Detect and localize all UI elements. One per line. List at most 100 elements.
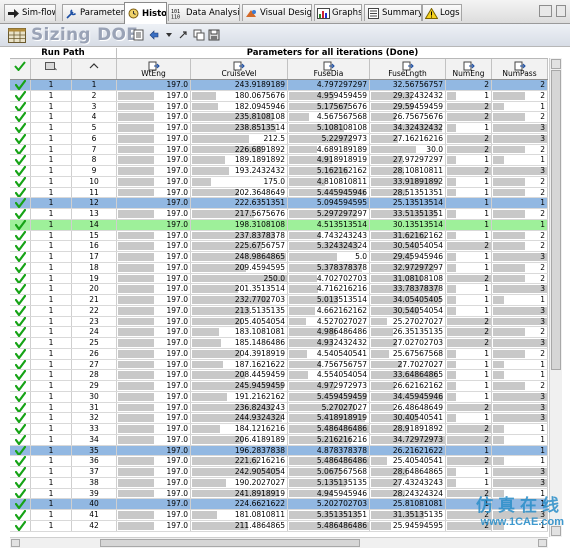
save-icon[interactable] xyxy=(208,29,220,41)
row-checkbox[interactable] xyxy=(10,112,31,122)
row-checkbox[interactable] xyxy=(10,370,31,380)
scroll-left-arrow[interactable] xyxy=(11,539,20,547)
table-row[interactable]: 1 1 197.0 243.9189189 4.797297297 32.56756757… xyxy=(10,80,548,91)
row-checkbox[interactable] xyxy=(10,273,31,284)
row-checkbox[interactable] xyxy=(10,477,31,488)
row-checkbox[interactable] xyxy=(10,90,31,101)
row-checkbox[interactable] xyxy=(10,252,31,262)
row-checkbox[interactable] xyxy=(10,284,31,294)
row-checkbox[interactable] xyxy=(10,434,31,445)
options-icon[interactable] xyxy=(539,5,552,17)
table-row[interactable]: 1 32 197.0 244.9324324 5.418918919 30.4054054… xyxy=(10,413,548,424)
tab-data-analysis[interactable]: 101 110 Data Analysis xyxy=(168,4,240,21)
table-row[interactable]: 1 19 197.0 250.0 4.702702703 31.08108108 2 2 xyxy=(10,273,548,285)
table-row[interactable]: 1 18 197.0 209.4594595 5.378378378 32.9729729… xyxy=(10,262,548,274)
row-checkbox[interactable] xyxy=(10,391,31,402)
table-row[interactable]: 1 5 197.0 238.8513514 5.108108108 34.32432432… xyxy=(10,123,548,134)
row-checkbox[interactable] xyxy=(10,262,31,273)
column-header-cruisevel[interactable]: CruiseVel xyxy=(191,59,288,79)
row-checkbox[interactable] xyxy=(10,359,31,370)
row-checkbox[interactable] xyxy=(10,488,31,499)
row-checkbox[interactable] xyxy=(10,133,31,144)
table-row[interactable]: 1 21 197.0 232.7702703 5.013513514 34.0540540… xyxy=(10,295,548,306)
row-checkbox[interactable] xyxy=(10,230,31,241)
row-checkbox[interactable] xyxy=(10,338,31,348)
table-row[interactable]: 1 13 197.0 217.5675676 5.297297297 33.5135135… xyxy=(10,209,548,220)
row-checkbox[interactable] xyxy=(10,424,31,434)
column-header-numeng[interactable]: NumEng xyxy=(446,59,492,79)
table-row[interactable]: 1 31 197.0 236.8243243 5.27027027 26.48648649… xyxy=(10,402,548,414)
row-checkbox[interactable] xyxy=(10,305,31,316)
column-header-fuselngth[interactable]: FuseLngth xyxy=(370,59,446,79)
row-checkbox[interactable] xyxy=(10,209,31,219)
table-row[interactable]: 1 3 197.0 182.0945946 5.175675676 29.59459459… xyxy=(10,101,548,113)
row-checkbox[interactable] xyxy=(10,402,31,413)
row-checkbox[interactable] xyxy=(10,155,31,165)
table-row[interactable]: 1 10 197.0 175.0 4.810810811 33.91891892 1 2 xyxy=(10,176,548,188)
row-checkbox[interactable] xyxy=(10,187,31,198)
table-row[interactable]: 1 38 197.0 190.2027027 5.135135135 27.4324324… xyxy=(10,477,548,489)
table-row[interactable]: 1 16 197.0 225.6756757 5.324324324 30.5405405… xyxy=(10,241,548,252)
horizontal-scrollbar[interactable] xyxy=(10,537,548,548)
table-row[interactable]: 1 42 197.0 211.4864865 5.486486486 25.9459459… xyxy=(10,520,548,532)
close-icon[interactable] xyxy=(556,5,566,17)
row-checkbox[interactable] xyxy=(10,445,31,456)
table-row[interactable]: 1 4 197.0 235.8108108 4.567567568 26.75675676… xyxy=(10,112,548,123)
run-icon[interactable] xyxy=(148,29,160,41)
table-row[interactable]: 1 37 197.0 242.9054054 5.067567568 28.6486486… xyxy=(10,467,548,478)
tab-sim-flow[interactable]: Sim-flow xyxy=(4,4,56,21)
row-checkbox[interactable] xyxy=(10,348,31,359)
table-row[interactable]: 1 39 197.0 241.8918919 4.945945946 28.2432432… xyxy=(10,488,548,500)
column-header-run[interactable] xyxy=(31,59,72,79)
column-header-check[interactable] xyxy=(10,59,31,79)
row-checkbox[interactable] xyxy=(10,510,31,520)
vertical-scroll-thumb[interactable] xyxy=(551,70,561,370)
table-row[interactable]: 1 8 197.0 189.1891892 4.918918919 27.97297297… xyxy=(10,155,548,166)
row-checkbox[interactable] xyxy=(10,123,31,133)
table-row[interactable]: 1 29 197.0 245.9459459 4.972972973 26.6216216… xyxy=(10,381,548,392)
table-row[interactable]: 1 40 197.0 224.6621622 5.202702703 25.8108108… xyxy=(10,499,548,510)
table-row[interactable]: 1 23 197.0 205.4054054 4.527027027 25.2702702… xyxy=(10,316,548,328)
row-checkbox[interactable] xyxy=(10,413,31,423)
table-row[interactable]: 1 27 197.0 187.1621622 4.756756757 27.7027027… xyxy=(10,359,548,371)
tab-history[interactable]: History xyxy=(124,2,167,24)
row-checkbox[interactable] xyxy=(10,381,31,391)
table-row[interactable]: 1 14 197.0 198.3108108 4.513513514 30.1351351… xyxy=(10,219,548,231)
column-header-id[interactable] xyxy=(72,59,117,79)
tab-summary[interactable]: Summary xyxy=(364,4,422,21)
table-row[interactable]: 1 9 197.0 193.2432432 5.162162162 28.10810811… xyxy=(10,166,548,177)
table-row[interactable]: 1 41 197.0 181.0810811 5.351351351 31.3513513… xyxy=(10,510,548,521)
edit-table-icon[interactable] xyxy=(133,29,145,41)
table-row[interactable]: 1 35 197.0 196.2837838 4.878378378 26.2162162… xyxy=(10,445,548,457)
table-row[interactable]: 1 22 197.0 213.5135135 4.662162162 30.5405405… xyxy=(10,305,548,317)
row-checkbox[interactable] xyxy=(10,520,31,531)
row-checkbox[interactable] xyxy=(10,316,31,327)
table-row[interactable]: 1 25 197.0 185.1486486 4.932432432 27.0270270… xyxy=(10,338,548,349)
row-checkbox[interactable] xyxy=(10,295,31,305)
row-checkbox[interactable] xyxy=(10,467,31,477)
column-header-fusedia[interactable]: FuseDia xyxy=(288,59,370,79)
row-checkbox[interactable] xyxy=(10,144,31,155)
horizontal-scroll-thumb[interactable] xyxy=(100,539,360,547)
tab-logs[interactable]: Logs xyxy=(422,4,462,21)
table-row[interactable]: 1 7 197.0 226.6891892 4.689189189 30.0 2 2 xyxy=(10,144,548,156)
scroll-right-arrow[interactable] xyxy=(538,539,547,547)
scroll-up-arrow[interactable] xyxy=(551,59,561,69)
table-row[interactable]: 1 20 197.0 201.3513514 4.716216216 33.7837837… xyxy=(10,284,548,295)
table-row[interactable]: 1 6 197.0 212.5 5.22972973 27.16216216 2 3 xyxy=(10,133,548,145)
row-checkbox[interactable] xyxy=(10,101,31,112)
table-row[interactable]: 1 28 197.0 208.4459459 4.554054054 33.6486486… xyxy=(10,370,548,381)
row-checkbox[interactable] xyxy=(10,198,31,208)
table-row[interactable]: 1 17 197.0 248.9864865 5.0 29.45945946 1 3 xyxy=(10,252,548,263)
table-row[interactable]: 1 15 197.0 237.8378378 4.743243243 31.6216216… xyxy=(10,230,548,242)
row-checkbox[interactable] xyxy=(10,327,31,337)
vertical-scrollbar[interactable] xyxy=(549,58,562,537)
export-icon[interactable] xyxy=(178,29,190,41)
table-row[interactable]: 1 24 197.0 183.1081081 4.986486486 26.3513513… xyxy=(10,327,548,338)
table-row[interactable]: 1 34 197.0 206.4189189 5.216216216 34.7297297… xyxy=(10,434,548,446)
row-checkbox[interactable] xyxy=(10,241,31,251)
row-checkbox[interactable] xyxy=(10,456,31,466)
column-header-numpass[interactable]: NumPass xyxy=(492,59,548,79)
tab-visual-design[interactable]: Visual Design xyxy=(242,4,312,21)
table-row[interactable]: 1 30 197.0 191.2162162 5.459459459 34.4594594… xyxy=(10,391,548,403)
